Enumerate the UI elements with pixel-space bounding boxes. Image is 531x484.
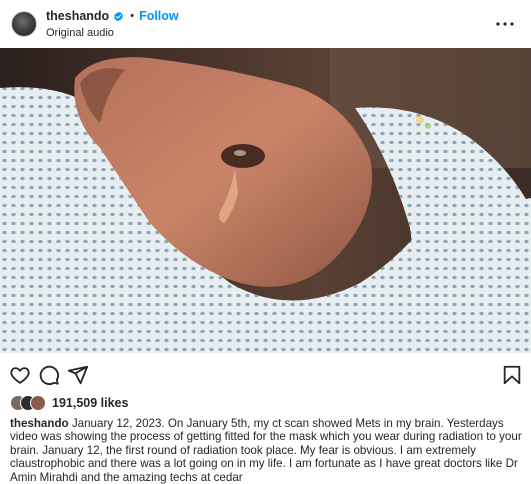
post-photo-illustration [0, 48, 531, 353]
post-header-info: theshando • Follow Original audio [46, 9, 179, 40]
likes-count[interactable]: 191,509 likes [52, 396, 128, 410]
caption-text: January 12, 2023. On January 5th, my ct … [10, 417, 522, 484]
bookmark-icon[interactable] [501, 364, 523, 386]
caption-username[interactable]: theshando [10, 417, 69, 430]
comment-icon[interactable] [38, 364, 60, 386]
post-header: theshando • Follow Original audio [0, 0, 531, 48]
likes-row: 191,509 likes [10, 394, 128, 412]
separator-dot: • [130, 9, 135, 22]
action-bar [0, 361, 531, 389]
verified-badge-icon [114, 11, 124, 21]
heart-icon[interactable] [9, 364, 31, 386]
share-icon[interactable] [67, 364, 89, 386]
username-link[interactable]: theshando [46, 9, 109, 24]
post-caption: theshando January 12, 2023. On January 5… [10, 417, 522, 484]
more-options-icon[interactable] [493, 12, 517, 36]
audio-link[interactable]: Original audio [46, 26, 179, 40]
liker-avatar[interactable] [30, 395, 46, 411]
avatar[interactable] [11, 11, 37, 37]
follow-button[interactable]: Follow [139, 9, 179, 24]
header-username-row: theshando • Follow [46, 9, 179, 24]
post-image[interactable] [0, 48, 531, 353]
